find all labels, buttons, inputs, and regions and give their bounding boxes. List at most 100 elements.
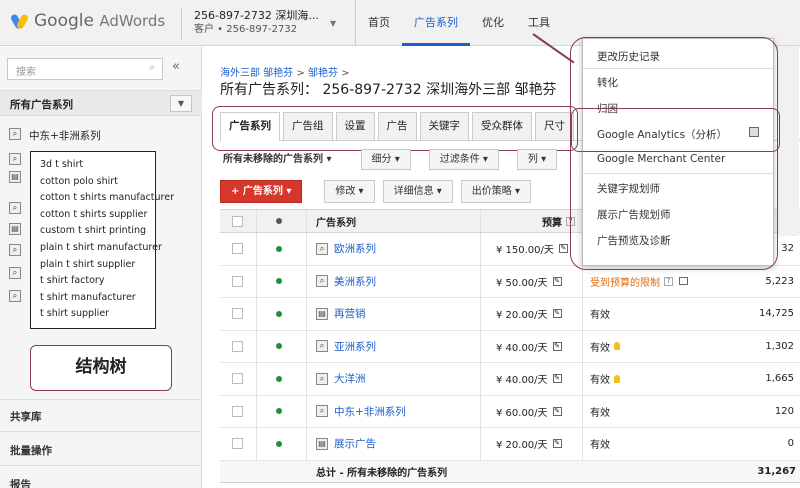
help-icon[interactable]: ? [664,276,673,286]
campaign-link[interactable]: 美洲系列 [334,274,376,289]
campaign-link[interactable]: 中东+非洲系列 [334,404,406,419]
table-row: ⌕ 中东+非洲系列 ¥ 60.00/天 ✎ 有效 120 [220,395,800,428]
search-campaign-icon: ⌕ [316,242,328,255]
tree-item[interactable]: cotton polo shirt [40,174,155,191]
adwords-logo[interactable]: Google AdWords [9,11,165,31]
search-icon: ⌕ [149,62,155,73]
tree-item[interactable]: custom t shirt printing [40,223,155,240]
segment-dropdown[interactable]: 细分 ▾ [360,149,411,170]
edit-icon[interactable]: ✎ [552,406,562,416]
metric-value: 5,223 [765,275,794,287]
sidebar-bulk-operations[interactable]: 批量操作 [10,443,52,458]
structure-tree-annotation: 结构树 [30,345,172,391]
columns-dropdown[interactable]: 列 ▾ [516,149,558,170]
row-checkbox[interactable] [232,438,243,450]
filter-bar: 所有未移除的广告系列 ▾ 细分 ▾ 过滤条件 ▾ 列 ▾ [220,149,575,173]
campaign-link[interactable]: 展示广告 [334,436,376,451]
edit-icon[interactable]: ✎ [558,244,568,254]
tree-item[interactable]: cotton t shirts manufacturer [40,190,174,207]
scrollbar[interactable] [777,46,799,236]
enabled-status-icon[interactable] [276,245,282,252]
enabled-status-icon[interactable] [276,310,282,317]
campaign-link[interactable]: 再营销 [334,306,366,321]
edit-dropdown[interactable]: 修改 ▾ [324,180,375,203]
status-text: 有效 [590,407,610,419]
keyword-structure-tree: 3d t shirt cotton polo shirt cotton t sh… [30,151,174,329]
filter-dropdown[interactable]: 过滤条件 ▾ [428,149,499,170]
all-campaigns-row[interactable]: 所有广告系列 ▼ [0,90,202,116]
sidebar-shared-library[interactable]: 共享库 [10,409,42,424]
table-total-row: 总计 - 所有未移除的广告系列 31,267 [220,460,800,483]
row-checkbox[interactable] [232,373,243,385]
enabled-status-icon[interactable] [276,343,282,350]
display-campaign-icon: ▤ [316,307,328,320]
bid-strategy-dropdown[interactable]: 出价策略 ▾ [460,180,531,203]
status-text: 有效 [590,342,610,354]
row-checkbox[interactable] [232,405,243,417]
page-title: 所有广告系列： 256-897-2732 深圳海外三部 邹艳芬 [220,82,557,98]
row-checkbox[interactable] [232,308,243,320]
tree-item[interactable]: t shirt supplier [40,306,155,323]
analytics-highlight-annotation [571,108,780,152]
tools-menu-annotation [570,37,778,270]
tree-item[interactable]: plain t shirt supplier [40,257,155,274]
collapse-sidebar-icon[interactable]: « [172,59,180,74]
top-nav: 首页 广告系列 优化 工具 [355,0,562,46]
account-selector[interactable]: 256-897-2732 深圳海... 客户 • 256-897-2732 ▼ [181,8,336,40]
breadcrumb-link[interactable]: 海外三部 邹艳芬 [220,68,293,79]
search-campaign-icon: ⌕ [9,202,21,214]
budget-value: ¥ 20.00/天 [496,440,548,452]
campaign-link[interactable]: 大洋洲 [334,371,366,386]
metric-value: 14,725 [759,308,794,320]
account-id: 客户 • 256-897-2732 [194,24,298,35]
tree-item[interactable]: plain t shirt manufacturer [40,240,162,257]
budget-value: ¥ 150.00/天 [496,245,554,257]
edit-icon[interactable]: ✎ [552,309,562,319]
row-checkbox[interactable] [232,340,243,352]
chart-icon[interactable] [679,277,688,286]
edit-icon[interactable]: ✎ [552,439,562,449]
edit-icon[interactable]: ✎ [552,374,562,384]
search-campaign-icon: ⌕ [9,244,21,256]
campaign-column-header[interactable]: 广告系列 [316,210,356,232]
nav-campaigns[interactable]: 广告系列 [402,0,470,46]
table-row: ⌕ 美洲系列 ¥ 50.00/天 ✎ 受到预算的限制? 5,223 [220,265,800,298]
row-checkbox[interactable] [232,275,243,287]
campaign-filter-dropdown[interactable]: 所有未移除的广告系列 ▾ [220,149,343,170]
campaign-link[interactable]: 欧洲系列 [334,241,376,256]
breadcrumb-link[interactable]: 邹艳芬 [308,68,338,79]
metric-value: 1,302 [765,340,794,352]
tree-item[interactable]: cotton t shirts supplier [40,207,155,224]
total-value: 31,267 [757,465,796,477]
sidebar-search-input[interactable]: 搜索 ⌕ [7,58,163,80]
status-text: 有效 [590,310,610,322]
edit-icon[interactable]: ✎ [552,276,562,286]
tree-item[interactable]: t shirt factory [40,273,155,290]
status-text: 有效 [590,440,610,452]
search-campaign-icon: ⌕ [9,267,21,279]
chevron-down-icon[interactable]: ▼ [170,95,192,112]
search-placeholder: 搜索 [16,67,36,78]
display-campaign-icon: ▤ [316,437,328,450]
row-checkbox[interactable] [232,243,243,255]
enabled-status-icon[interactable] [276,375,282,382]
nav-optimize[interactable]: 优化 [470,0,516,46]
edit-icon[interactable]: ✎ [552,341,562,351]
details-dropdown[interactable]: 详细信息 ▾ [382,180,453,203]
budget-value: ¥ 20.00/天 [496,310,548,322]
enabled-status-icon[interactable] [276,278,282,285]
display-campaign-icon: ▤ [9,223,21,235]
sidebar-reports[interactable]: 报告 [10,477,31,488]
sidebar-campaign-item[interactable]: 中东+非洲系列 [29,128,101,143]
lightbulb-icon[interactable] [614,374,620,383]
select-all-checkbox[interactable] [232,215,243,227]
enabled-status-icon[interactable] [276,440,282,447]
add-campaign-button[interactable]: + 广告系列 ▾ [220,180,303,203]
nav-home[interactable]: 首页 [356,0,402,46]
tree-item[interactable]: 3d t shirt [40,157,155,174]
campaign-link[interactable]: 亚洲系列 [334,339,376,354]
lightbulb-icon[interactable] [614,342,620,351]
enabled-status-icon[interactable] [276,408,282,415]
metric-value: 0 [787,438,794,450]
tree-item[interactable]: t shirt manufacturer [40,290,155,307]
